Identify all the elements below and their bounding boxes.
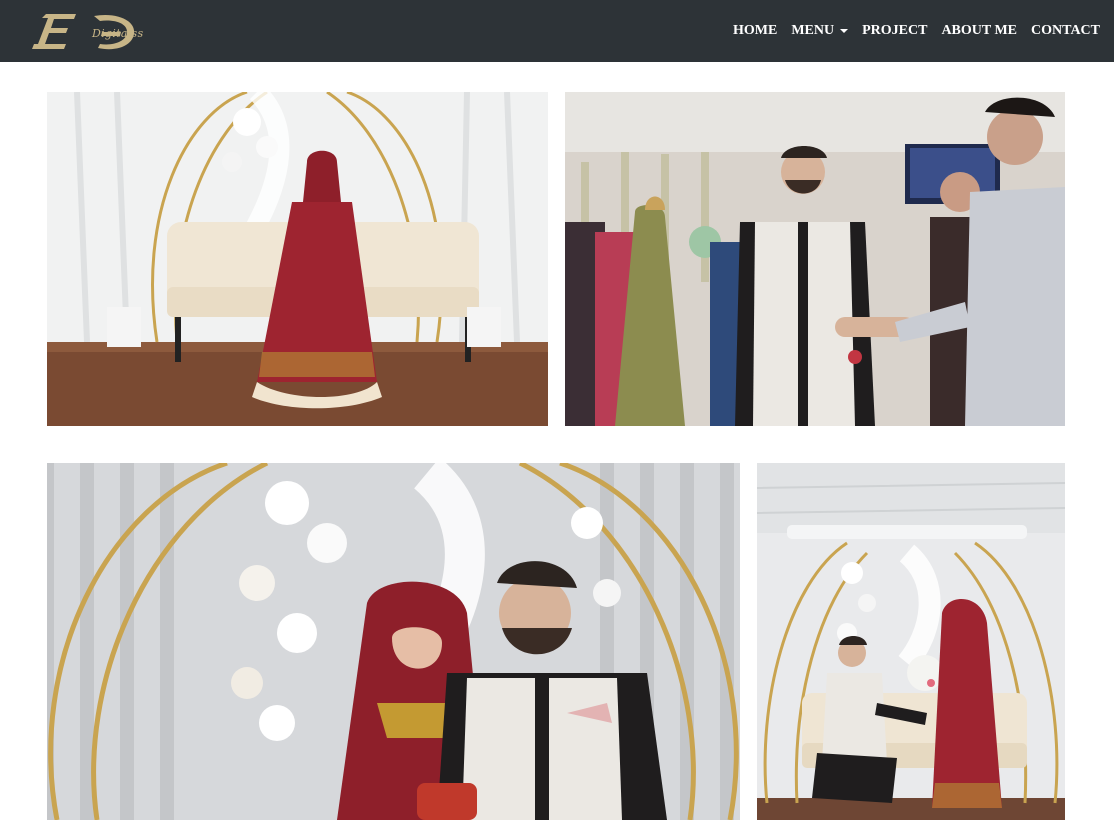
gallery-photo-proposal[interactable] [757,463,1065,820]
main-nav: HOME MENU PROJECT ABOUT ME CONTACT [719,0,1100,62]
nav-contact-link[interactable]: CONTACT [1031,23,1100,39]
photo-image [47,92,548,426]
gallery-photo-groom-handshake[interactable] [565,92,1065,426]
photo-image [47,463,740,820]
gallery-photo-couple-closeup[interactable] [47,463,740,820]
brand-logo[interactable]: Digitalss [24,8,143,54]
gallery-photo-bride-seated[interactable] [47,92,548,426]
nav-about-link[interactable]: ABOUT ME [941,23,1017,39]
nav-menu-dropdown[interactable]: MENU [791,23,849,39]
logo-script-text: Digitalss [92,27,144,40]
nav-home-link[interactable]: HOME [733,23,777,39]
nav-menu-label: MENU [791,23,835,38]
caret-down-icon [840,29,849,33]
navbar: Digitalss HOME MENU PROJECT ABOUT ME CON… [0,0,1114,62]
photo-image [565,92,1065,426]
nav-project-link[interactable]: PROJECT [862,23,927,39]
photo-image [757,463,1065,820]
